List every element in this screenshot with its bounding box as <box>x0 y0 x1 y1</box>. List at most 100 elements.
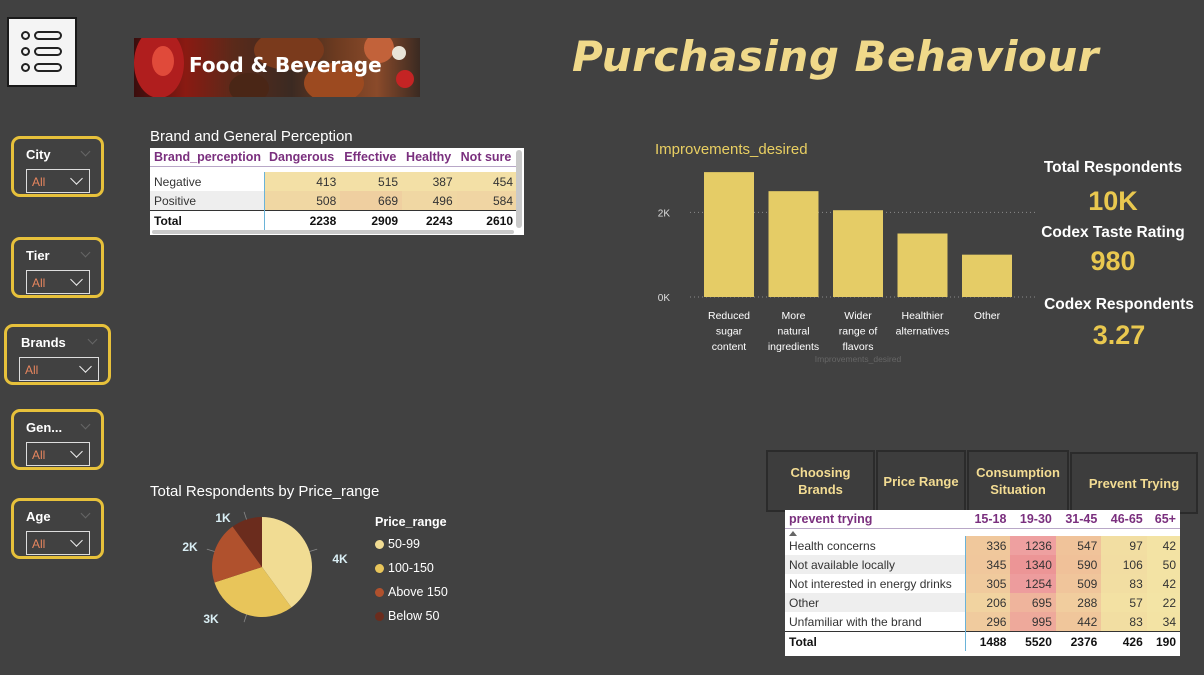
vertical-scrollbar[interactable] <box>516 150 522 228</box>
menu-button[interactable] <box>7 17 77 87</box>
prevent-trying-matrix[interactable]: prevent trying 15-18 19-30 31-45 46-65 6… <box>785 510 1180 656</box>
leader-line <box>309 548 318 552</box>
table-cell: 496 <box>402 191 457 211</box>
banner-text: Food & Beverage <box>189 53 382 77</box>
legend-item[interactable]: Above 150 <box>375 580 448 604</box>
total-respondents-value: 10K <box>1088 186 1138 216</box>
table-cell: 426 <box>1101 631 1147 651</box>
legend-item[interactable]: 50-99 <box>375 532 448 556</box>
slicer-dropdown[interactable]: All <box>26 270 90 294</box>
table-cell: 2376 <box>1055 631 1102 651</box>
slicer-dropdown[interactable]: All <box>26 169 90 193</box>
row-label: Other <box>785 593 966 612</box>
chevron-down-icon[interactable] <box>80 146 91 157</box>
bar[interactable] <box>768 191 819 297</box>
column-header[interactable]: prevent trying <box>785 510 965 529</box>
table-cell: 515 <box>340 172 403 191</box>
x-tick-label: Other <box>974 310 1001 322</box>
slicer-value: All <box>32 448 46 462</box>
x-tick-label: More natural ingredients <box>768 310 819 353</box>
prevent-trying-button[interactable]: Prevent Trying <box>1070 452 1198 514</box>
slicer-value: All <box>25 363 39 377</box>
row-label: Not available locally <box>785 555 966 574</box>
price-range-button[interactable]: Price Range <box>876 450 966 512</box>
table-row: Positive 508 669 496 584 <box>150 191 517 211</box>
chevron-down-icon[interactable] <box>80 508 91 519</box>
consumption-situation-button[interactable]: Consumption Situation <box>967 450 1069 512</box>
table-cell: 190 <box>1146 631 1180 651</box>
table-cell: 387 <box>402 172 457 191</box>
taste-rating-label: Codex Taste Rating <box>1041 224 1185 241</box>
table-cell: 5520 <box>1010 631 1056 651</box>
y-tick-label: 2K <box>658 208 671 219</box>
x-axis-title: Improvements_desired <box>815 354 902 364</box>
pie-chart-title: Total Respondents by Price_range <box>150 483 380 500</box>
table-cell: 42 <box>1146 574 1180 593</box>
chevron-down-icon <box>79 360 92 373</box>
legend-label: 100-150 <box>388 561 434 575</box>
brand-perception-matrix[interactable]: Brand_perception Dangerous Effective Hea… <box>150 148 524 235</box>
y-tick-label: 0K <box>658 293 671 304</box>
brands-slicer[interactable]: Brands All <box>4 324 111 385</box>
legend-label: Above 150 <box>388 585 448 599</box>
chevron-down-icon[interactable] <box>80 419 91 430</box>
bar[interactable] <box>833 210 883 297</box>
column-header[interactable]: 65+ <box>1146 510 1180 529</box>
column-header[interactable]: 46-65 <box>1101 510 1147 529</box>
slice-label: 1K <box>215 511 231 525</box>
improvements-bar-chart[interactable]: 0K 2K Reduced sugar content More natural ingred… <box>640 160 1040 370</box>
leader-line <box>206 548 215 552</box>
column-header[interactable]: Not sure <box>456 148 517 167</box>
slicer-label: Brands <box>21 335 66 350</box>
table-cell: 1488 <box>965 631 1011 651</box>
slicer-value: All <box>32 175 46 189</box>
slicer-label: Gen... <box>26 420 63 435</box>
legend-label: 50-99 <box>388 537 420 551</box>
chevron-down-icon[interactable] <box>80 247 91 258</box>
table-cell: 413 <box>264 172 341 191</box>
table-cell: 509 <box>1055 574 1102 593</box>
chevron-down-icon[interactable] <box>87 334 98 345</box>
tier-slicer[interactable]: Tier All <box>11 237 104 298</box>
table-cell: 1340 <box>1010 555 1056 574</box>
horizontal-scrollbar[interactable] <box>152 230 514 234</box>
row-label: Total <box>785 631 966 651</box>
page-title: Purchasing Behaviour <box>572 32 1100 81</box>
price-range-pie-chart[interactable]: 4K 3K 2K 1K <box>170 505 370 630</box>
choosing-brands-button[interactable]: Choosing Brands <box>766 450 875 512</box>
sort-arrow-icon[interactable] <box>789 531 797 536</box>
table-cell: 454 <box>456 172 517 191</box>
slicer-dropdown[interactable]: All <box>26 531 90 555</box>
column-header[interactable]: 19-30 <box>1010 510 1056 529</box>
column-header[interactable]: Effective <box>340 148 403 167</box>
row-label: Not interested in energy drinks <box>785 574 966 593</box>
table-cell: 345 <box>965 555 1011 574</box>
table-cell: 442 <box>1055 612 1102 632</box>
column-header[interactable]: 31-45 <box>1055 510 1102 529</box>
row-label: Positive <box>150 191 266 211</box>
city-slicer[interactable]: City All <box>11 136 104 197</box>
slicer-dropdown[interactable]: All <box>19 357 99 381</box>
slicer-label: Age <box>26 509 51 524</box>
table-cell: 695 <box>1010 593 1056 612</box>
leader-line <box>243 614 247 623</box>
column-header[interactable]: Brand_perception <box>150 148 265 167</box>
pie-legend-title: Price_range <box>375 515 447 529</box>
x-tick-label: Healthier alternatives <box>896 310 950 338</box>
age-slicer[interactable]: Age All <box>11 498 104 559</box>
slicer-dropdown[interactable]: All <box>26 442 90 466</box>
bar[interactable] <box>897 233 948 298</box>
table-cell: 508 <box>264 191 341 211</box>
slicer-value: All <box>32 276 46 290</box>
slice-label: 2K <box>182 540 198 554</box>
legend-item[interactable]: 100-150 <box>375 556 448 580</box>
bar[interactable] <box>962 254 1012 297</box>
column-header[interactable]: Dangerous <box>264 148 341 167</box>
legend-item[interactable]: Below 50 <box>375 604 448 628</box>
column-header[interactable]: Healthy <box>402 148 457 167</box>
table-cell: 1254 <box>1010 574 1056 593</box>
column-header[interactable]: 15-18 <box>965 510 1011 529</box>
bar[interactable] <box>704 172 754 297</box>
legend-dot <box>375 539 384 549</box>
gender-slicer[interactable]: Gen... All <box>11 409 104 470</box>
